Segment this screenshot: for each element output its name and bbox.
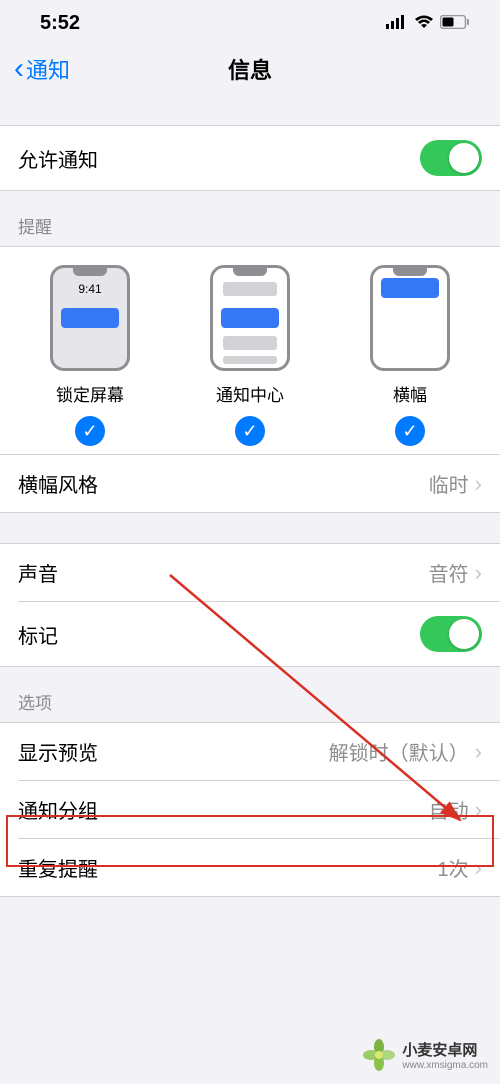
chevron-right-icon: ›: [475, 797, 482, 823]
alerts-section: 9:41 锁定屏幕 ✓ 通知中心 ✓ 横幅 ✓ 横幅风格 临时: [0, 246, 500, 513]
status-icons: [386, 12, 470, 35]
grouping-row[interactable]: 通知分组 自动 ›: [18, 780, 500, 838]
watermark-name: 小麦安卓网: [402, 1039, 488, 1060]
signal-icon: [386, 12, 408, 35]
chevron-right-icon: ›: [475, 471, 482, 497]
chevron-right-icon: ›: [475, 855, 482, 881]
sounds-label: 声音: [18, 558, 58, 587]
alert-notification-center-label: 通知中心: [216, 381, 284, 406]
alert-lock-screen[interactable]: 9:41 锁定屏幕 ✓: [50, 265, 130, 446]
show-previews-row[interactable]: 显示预览 解锁时（默认） ›: [0, 723, 500, 780]
nav-bar: ‹ 通知 信息: [0, 43, 500, 99]
banners-preview-icon: [370, 265, 450, 371]
sounds-row[interactable]: 声音 音符 ›: [0, 544, 500, 601]
status-bar: 5:52: [0, 0, 500, 43]
repeat-label: 重复提醒: [18, 853, 98, 882]
sounds-value: 音符: [429, 558, 469, 587]
alert-notification-center[interactable]: 通知中心 ✓: [210, 265, 290, 446]
badges-row[interactable]: 标记: [18, 601, 500, 666]
badges-label: 标记: [18, 620, 58, 649]
chevron-right-icon: ›: [475, 560, 482, 586]
watermark-url: www.xmsigma.com: [402, 1060, 488, 1071]
watermark-logo-icon: [362, 1038, 396, 1072]
alert-banners-label: 横幅: [393, 381, 427, 406]
show-previews-label: 显示预览: [18, 737, 98, 766]
chevron-left-icon: ‹: [14, 54, 24, 84]
banner-style-row[interactable]: 横幅风格 临时 ›: [0, 454, 500, 512]
badges-toggle[interactable]: [420, 616, 482, 652]
page-title: 信息: [228, 53, 272, 85]
chevron-right-icon: ›: [475, 739, 482, 765]
check-icon: ✓: [235, 416, 265, 446]
notification-center-preview-icon: [210, 265, 290, 371]
back-button[interactable]: ‹ 通知: [14, 53, 70, 85]
banner-style-value: 临时: [429, 469, 469, 498]
back-label: 通知: [26, 53, 70, 85]
alert-banners[interactable]: 横幅 ✓: [370, 265, 450, 446]
allow-notifications-row[interactable]: 允许通知: [0, 125, 500, 191]
alerts-header: 提醒: [0, 191, 500, 246]
repeat-row[interactable]: 重复提醒 1次 ›: [18, 838, 500, 896]
battery-icon: [440, 12, 470, 35]
grouping-label: 通知分组: [18, 795, 98, 824]
grouping-value: 自动: [429, 795, 469, 824]
status-time: 5:52: [40, 12, 80, 35]
check-icon: ✓: [75, 416, 105, 446]
lock-screen-preview-icon: 9:41: [50, 265, 130, 371]
options-header: 选项: [0, 667, 500, 722]
show-previews-value: 解锁时（默认）: [329, 737, 469, 766]
watermark: 小麦安卓网 www.xmsigma.com: [362, 1038, 488, 1072]
check-icon: ✓: [395, 416, 425, 446]
alert-lock-screen-label: 锁定屏幕: [56, 381, 124, 406]
allow-notifications-toggle[interactable]: [420, 140, 482, 176]
allow-notifications-label: 允许通知: [18, 144, 98, 173]
repeat-value: 1次: [438, 853, 469, 882]
banner-style-label: 横幅风格: [18, 469, 98, 498]
wifi-icon: [414, 12, 434, 35]
